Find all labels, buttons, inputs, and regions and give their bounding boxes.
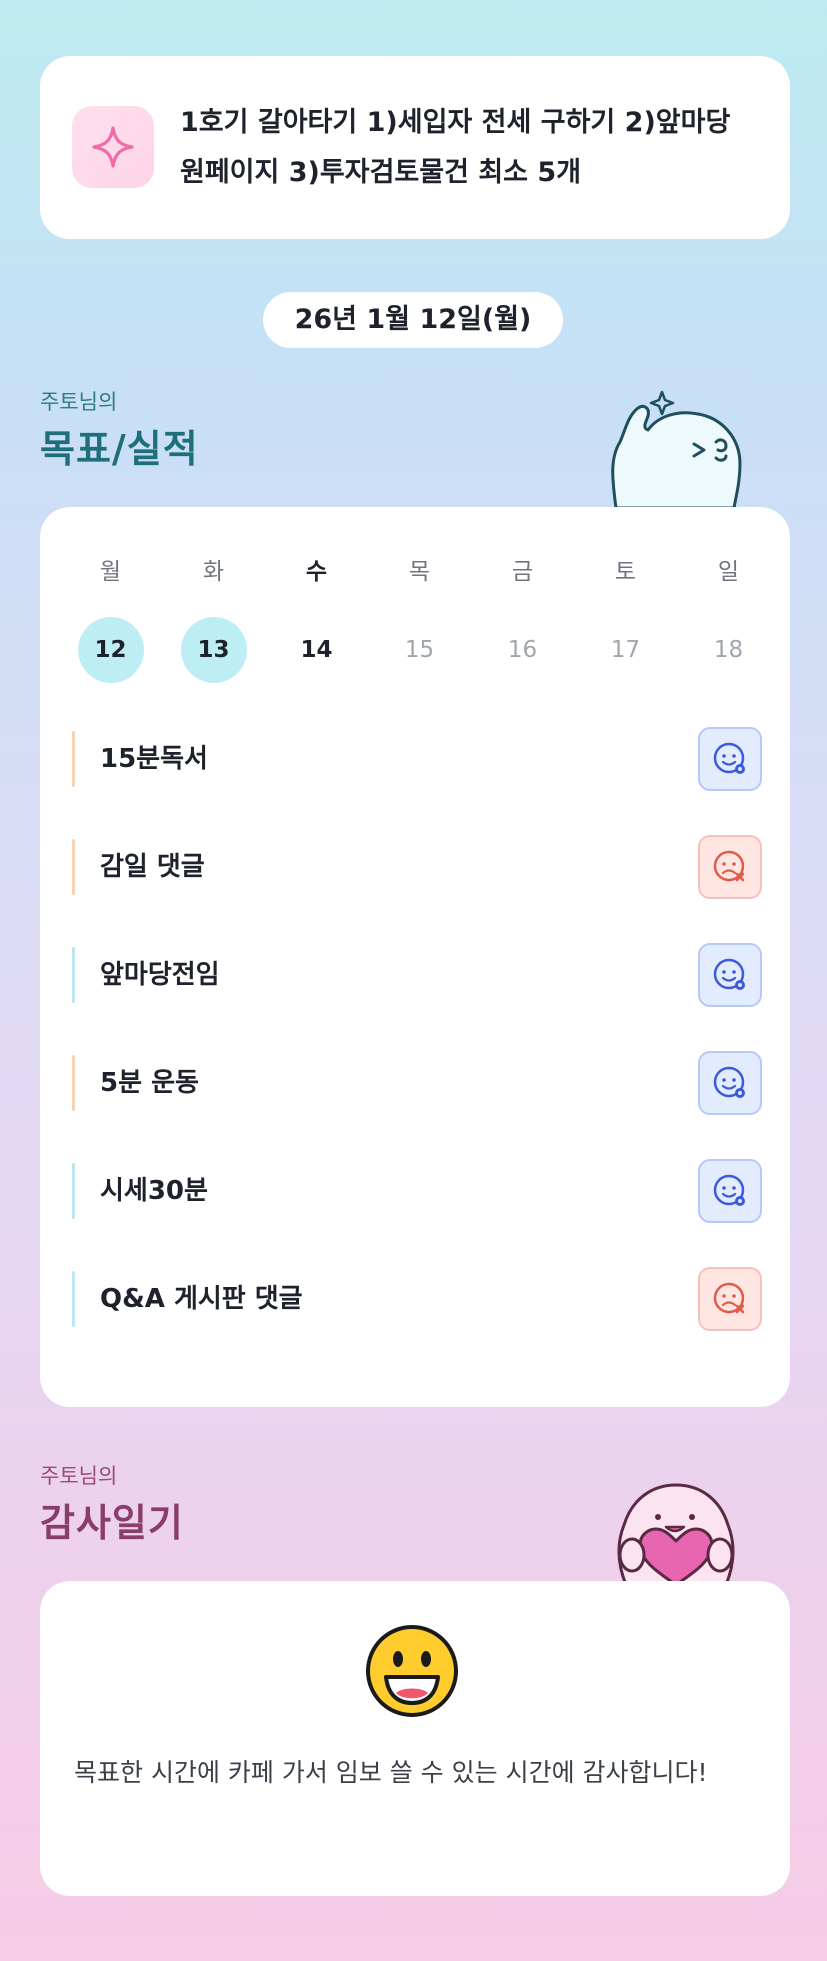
- gratitude-diary-card[interactable]: 목표한 시간에 카페 가서 임보 쓸 수 있는 시간에 감사합니다!: [40, 1581, 790, 1896]
- task-accent-bar: [72, 731, 75, 787]
- task-accent-bar: [72, 947, 75, 1003]
- task-item[interactable]: Q&A 게시판 댓글: [72, 1265, 762, 1333]
- diary-section-title: 감사일기: [40, 1501, 184, 1545]
- task-label: Q&A 게시판 댓글: [100, 1284, 303, 1314]
- weekday-sun: 일: [717, 559, 740, 585]
- task-item[interactable]: 시세30분: [72, 1157, 762, 1225]
- weekday-sat: 토: [614, 559, 637, 585]
- task-item[interactable]: 15분독서: [72, 725, 762, 793]
- success-face-icon[interactable]: [698, 1051, 762, 1115]
- goal-text: 1호기 갈아타기 1)세입자 전세 구하기 2)앞마당 원페이지 3)투자검토물…: [180, 107, 731, 188]
- date-17[interactable]: 17: [593, 617, 659, 683]
- task-item[interactable]: 5분 운동: [72, 1049, 762, 1117]
- task-label: 앞마당전임: [100, 960, 220, 990]
- date-row: 12 13 14 15 16 17 18: [40, 617, 809, 683]
- date-13[interactable]: 13: [180, 617, 247, 683]
- date-18[interactable]: 18: [696, 617, 762, 683]
- date-15[interactable]: 15: [387, 617, 453, 683]
- weekday-wed: 수: [305, 559, 328, 585]
- date-14[interactable]: 14: [284, 617, 350, 683]
- mascot-waving-icon: [611, 390, 742, 508]
- sparkle-icon: [72, 106, 154, 188]
- task-label: 감일 댓글: [100, 852, 205, 882]
- grinning-face-icon: [366, 1625, 458, 1717]
- task-item[interactable]: 감일 댓글: [72, 833, 762, 901]
- date-12[interactable]: 12: [77, 617, 144, 683]
- task-accent-bar: [72, 1163, 75, 1219]
- weekday-row: 월 화 수 목 금 토 일: [40, 552, 809, 592]
- task-accent-bar: [72, 1055, 75, 1111]
- goals-section-subtitle: 주토님의: [40, 390, 118, 414]
- weekday-tue: 화: [202, 559, 225, 585]
- success-face-icon[interactable]: [698, 1159, 762, 1223]
- success-face-icon[interactable]: [698, 727, 762, 791]
- fail-face-icon[interactable]: [698, 1267, 762, 1331]
- goals-card: 월 화 수 목 금 토 일 12 13 14 15 16 17 18 15분독서…: [40, 507, 790, 1407]
- weekday-thu: 목: [408, 559, 431, 585]
- task-label: 5분 운동: [100, 1068, 199, 1098]
- weekday-mon: 월: [99, 559, 122, 585]
- fail-face-icon[interactable]: [698, 835, 762, 899]
- goals-section-title: 목표/실적: [40, 427, 199, 471]
- diary-section-subtitle: 주토님의: [40, 1464, 118, 1488]
- task-accent-bar: [72, 1271, 75, 1327]
- goal-banner[interactable]: 1호기 갈아타기 1)세입자 전세 구하기 2)앞마당 원페이지 3)투자검토물…: [40, 56, 790, 239]
- diary-text: 목표한 시간에 카페 가서 임보 쓸 수 있는 시간에 감사합니다!: [74, 1758, 708, 1787]
- task-accent-bar: [72, 839, 75, 895]
- date-pill[interactable]: 26년 1월 12일(월): [263, 292, 563, 348]
- task-item[interactable]: 앞마당전임: [72, 941, 762, 1009]
- task-label: 15분독서: [100, 744, 208, 774]
- mascot-heart-icon: [617, 1483, 735, 1585]
- success-face-icon[interactable]: [698, 943, 762, 1007]
- date-16[interactable]: 16: [490, 617, 556, 683]
- weekday-fri: 금: [511, 559, 534, 585]
- task-label: 시세30분: [100, 1176, 208, 1206]
